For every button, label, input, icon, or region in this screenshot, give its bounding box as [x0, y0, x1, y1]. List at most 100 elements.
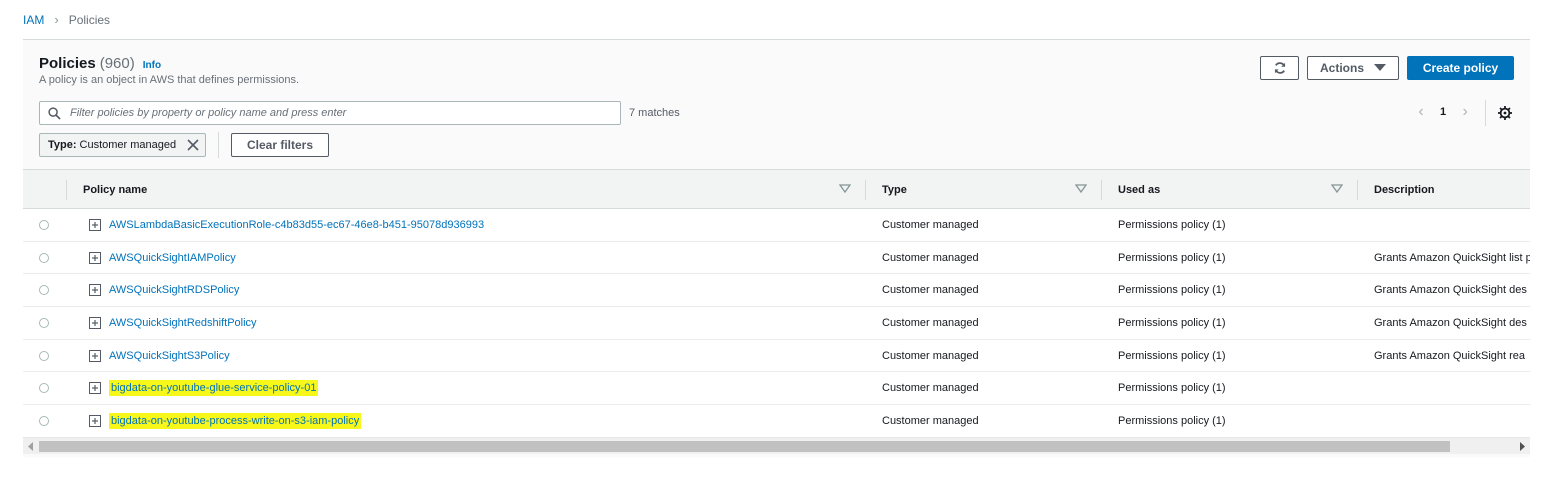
- row-select-radio[interactable]: [39, 252, 49, 263]
- breadcrumb-separator: ›: [54, 12, 59, 27]
- description-cell: Grants Amazon QuickSight des: [1374, 317, 1527, 330]
- breadcrumb-iam-link[interactable]: IAM: [23, 13, 44, 27]
- policy-name-link[interactable]: AWSQuickSightS3Policy: [109, 350, 230, 362]
- description-cell: Grants Amazon QuickSight des: [1374, 284, 1527, 297]
- type-cell: Customer managed: [882, 219, 979, 231]
- type-cell: Customer managed: [882, 415, 979, 428]
- create-policy-button[interactable]: Create policy: [1407, 56, 1514, 80]
- refresh-button[interactable]: [1260, 56, 1299, 80]
- row-select-radio[interactable]: [39, 350, 49, 361]
- type-cell: Customer managed: [882, 382, 979, 395]
- match-count: 7 matches: [629, 107, 680, 119]
- breadcrumb: IAM › Policies: [23, 12, 110, 27]
- row-select-radio[interactable]: [39, 285, 49, 296]
- panel-header: Policies (960) Info: [39, 55, 161, 72]
- row-select-radio[interactable]: [39, 220, 49, 230]
- filter-token: Type: Customer managed: [39, 133, 206, 157]
- refresh-icon: [1274, 62, 1285, 74]
- expand-icon[interactable]: [89, 251, 101, 264]
- next-page-icon[interactable]: ›: [1458, 103, 1472, 121]
- gear-icon[interactable]: [1498, 106, 1512, 120]
- policy-name-cell: bigdata-on-youtube-glue-service-policy-0…: [109, 372, 849, 404]
- expand-icon[interactable]: [89, 382, 101, 395]
- policies-panel: Policies (960) Info A policy is an objec…: [23, 39, 1530, 457]
- search-icon: [48, 106, 61, 120]
- description-cell: [1374, 405, 1530, 437]
- row-select-radio[interactable]: [39, 318, 49, 329]
- policy-name-cell: AWSQuickSightRedshiftPolicy: [109, 307, 849, 339]
- used-as-cell: Permissions policy (1): [1118, 251, 1226, 264]
- column-header-description[interactable]: Description: [1374, 170, 1435, 209]
- clear-filters-button[interactable]: Clear filters: [231, 133, 329, 157]
- expand-icon[interactable]: [89, 219, 101, 231]
- table-body: AWSLambdaBasicExecutionRole-c4b83d55-ec6…: [23, 209, 1530, 438]
- sort-icon[interactable]: [839, 184, 851, 194]
- actions-label: Actions: [1319, 61, 1364, 75]
- type-cell: Customer managed: [882, 284, 979, 297]
- column-divider: [1101, 180, 1102, 200]
- scroll-left-icon[interactable]: [26, 441, 36, 452]
- policy-name-link[interactable]: AWSQuickSightIAMPolicy: [109, 252, 236, 264]
- policy-name-link[interactable]: bigdata-on-youtube-glue-service-policy-0…: [109, 380, 319, 397]
- policy-name-link[interactable]: AWSQuickSightRDSPolicy: [109, 284, 239, 296]
- filter-divider: [218, 132, 219, 158]
- table-header: Policy name Type Used as Description: [23, 169, 1530, 209]
- sort-icon[interactable]: [1331, 184, 1343, 194]
- policy-name-link[interactable]: AWSLambdaBasicExecutionRole-c4b83d55-ec6…: [109, 219, 484, 231]
- sort-icon[interactable]: [1075, 184, 1087, 194]
- row-select-radio[interactable]: [39, 416, 49, 427]
- expand-icon[interactable]: [89, 284, 101, 297]
- used-as-cell: Permissions policy (1): [1118, 219, 1226, 231]
- scroll-right-icon[interactable]: [1517, 441, 1527, 452]
- prev-page-icon[interactable]: ‹: [1414, 103, 1428, 121]
- column-divider: [865, 180, 866, 200]
- policy-name-cell: AWSQuickSightIAMPolicy: [109, 242, 849, 274]
- type-cell: Customer managed: [882, 317, 979, 330]
- table-row[interactable]: bigdata-on-youtube-glue-service-policy-0…: [23, 372, 1530, 406]
- expand-icon[interactable]: [89, 415, 101, 428]
- policy-name-link[interactable]: bigdata-on-youtube-process-write-on-s3-i…: [109, 413, 362, 430]
- used-as-cell: Permissions policy (1): [1118, 415, 1226, 428]
- policy-name-cell: AWSQuickSightRDSPolicy: [109, 274, 849, 306]
- expand-icon[interactable]: [89, 349, 101, 362]
- column-header-used-as[interactable]: Used as: [1118, 170, 1160, 209]
- search-input[interactable]: [68, 106, 620, 120]
- table-row[interactable]: bigdata-on-youtube-process-write-on-s3-i…: [23, 405, 1530, 438]
- policy-name-cell: AWSQuickSightS3Policy: [109, 340, 849, 372]
- type-cell: Customer managed: [882, 251, 979, 264]
- policy-name-cell: bigdata-on-youtube-process-write-on-s3-i…: [109, 405, 849, 437]
- policies-table: Policy name Type Used as Description AWS…: [23, 169, 1530, 438]
- search-box[interactable]: [39, 101, 621, 125]
- close-icon[interactable]: [186, 138, 200, 152]
- column-divider: [66, 180, 67, 200]
- column-divider: [1357, 180, 1358, 200]
- pagination-divider: [1485, 100, 1486, 126]
- page-subtitle: A policy is an object in AWS that define…: [39, 74, 300, 86]
- description-cell: Grants Amazon QuickSight list p: [1374, 251, 1530, 264]
- horizontal-scrollbar[interactable]: [23, 437, 1530, 454]
- expand-icon[interactable]: [89, 317, 101, 330]
- scrollbar-thumb[interactable]: [39, 441, 1450, 452]
- table-row[interactable]: AWSQuickSightRedshiftPolicy Customer mana…: [23, 307, 1530, 340]
- policy-count: (960): [99, 55, 135, 72]
- filter-value: Customer managed: [79, 139, 177, 151]
- policy-name-cell: AWSLambdaBasicExecutionRole-c4b83d55-ec6…: [109, 209, 849, 241]
- table-row[interactable]: AWSQuickSightRDSPolicy Customer managed Pe…: [23, 274, 1530, 308]
- used-as-cell: Permissions policy (1): [1118, 349, 1226, 362]
- description-cell: Grants Amazon QuickSight rea: [1374, 349, 1526, 362]
- current-page[interactable]: 1: [1440, 106, 1446, 118]
- actions-button[interactable]: Actions: [1307, 56, 1399, 80]
- policy-name-link[interactable]: AWSQuickSightRedshiftPolicy: [109, 317, 257, 329]
- table-row[interactable]: AWSLambdaBasicExecutionRole-c4b83d55-ec6…: [23, 209, 1530, 242]
- description-cell: [1374, 209, 1530, 241]
- column-header-type[interactable]: Type: [882, 170, 907, 209]
- table-row[interactable]: AWSQuickSightS3Policy Customer managed Per…: [23, 340, 1530, 373]
- pagination: ‹ 1 ›: [1414, 103, 1472, 121]
- table-row[interactable]: AWSQuickSightIAMPolicy Customer managed Pe…: [23, 242, 1530, 275]
- column-header-policy-name[interactable]: Policy name: [83, 170, 147, 209]
- filter-key: Type:: [48, 139, 77, 151]
- description-cell: [1374, 372, 1530, 404]
- info-link[interactable]: Info: [143, 60, 161, 71]
- used-as-cell: Permissions policy (1): [1118, 382, 1226, 395]
- row-select-radio[interactable]: [39, 383, 49, 394]
